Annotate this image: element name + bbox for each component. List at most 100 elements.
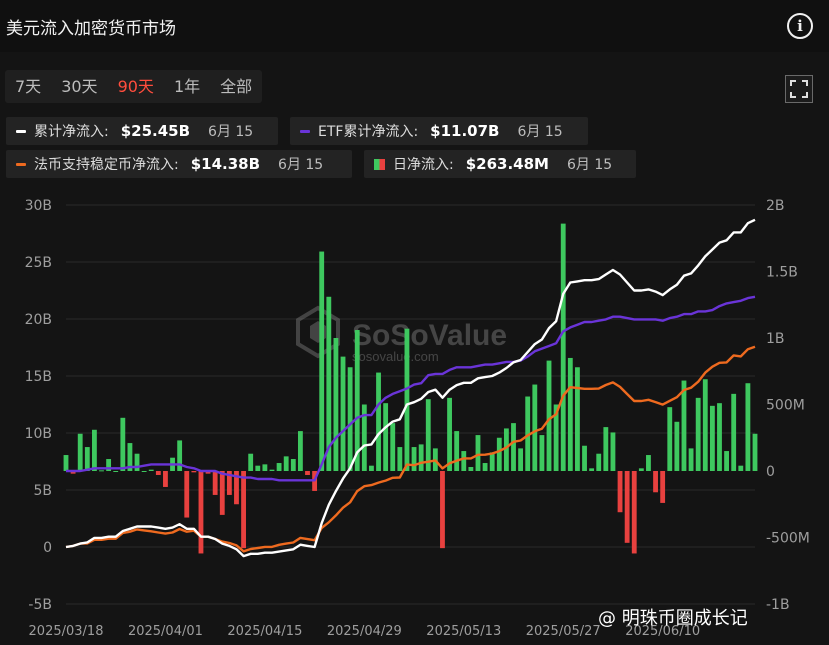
daily-flow-bar bbox=[717, 403, 722, 471]
daily-flow-bar bbox=[248, 453, 254, 471]
flow-lines bbox=[65, 218, 756, 558]
daily-flow-bar bbox=[340, 356, 346, 471]
y-right-tick-label: 2B bbox=[766, 198, 785, 214]
daily-flow-bar bbox=[390, 423, 396, 471]
watermark-logo: SoSoValue bbox=[352, 319, 507, 352]
daily-flow-bar bbox=[589, 468, 595, 471]
daily-flow-bar bbox=[702, 379, 708, 471]
daily-flow-bar bbox=[489, 452, 495, 471]
daily-flow-bar bbox=[596, 453, 602, 471]
x-tick-label: 2025/04/01 bbox=[128, 624, 203, 639]
daily-flow-bar bbox=[191, 471, 197, 473]
daily-flow-bar bbox=[532, 384, 538, 471]
daily-flow-bar bbox=[539, 435, 545, 471]
daily-flow-bar bbox=[582, 445, 587, 471]
daily-flow-bar bbox=[84, 447, 90, 471]
y-left-tick-label: 20B bbox=[25, 312, 52, 328]
daily-flow-bar bbox=[212, 471, 218, 495]
daily-flow-bars bbox=[63, 223, 758, 554]
daily-flow-bar bbox=[482, 463, 488, 471]
daily-flow-bar bbox=[518, 448, 524, 471]
y-right-tick-label: -500M bbox=[766, 531, 810, 547]
y-left-tick-label: 0 bbox=[43, 540, 52, 556]
daily-flow-bar bbox=[347, 367, 353, 471]
daily-flow-bar bbox=[546, 360, 552, 471]
y-axis-left: 30B 25B 20B 15B 10B 5B 0 -5B bbox=[25, 198, 52, 613]
daily-flow-bar bbox=[155, 471, 161, 475]
daily-flow-bar bbox=[617, 471, 623, 513]
daily-flow-bar bbox=[695, 397, 701, 471]
daily-flow-bar bbox=[667, 407, 673, 471]
daily-flow-bar bbox=[290, 459, 296, 471]
daily-flow-bar bbox=[496, 437, 502, 471]
daily-flow-bar bbox=[560, 223, 566, 471]
y-left-tick-label: -5B bbox=[28, 597, 52, 613]
daily-flow-bar bbox=[163, 471, 168, 487]
daily-flow-bar bbox=[333, 338, 339, 471]
daily-flow-bar bbox=[511, 423, 516, 471]
daily-flow-bar bbox=[241, 471, 246, 549]
daily-flow-bar bbox=[418, 444, 424, 471]
y-left-tick-label: 10B bbox=[25, 426, 52, 442]
daily-flow-bar bbox=[262, 464, 268, 471]
y-right-tick-label: 1B bbox=[766, 331, 785, 347]
daily-flow-bar bbox=[646, 455, 651, 471]
y-right-tick-label: -1B bbox=[766, 597, 790, 613]
daily-flow-bar bbox=[99, 470, 104, 472]
y-left-tick-label: 5B bbox=[33, 483, 52, 499]
daily-flow-bar bbox=[177, 440, 183, 471]
daily-flow-bar bbox=[184, 471, 190, 518]
daily-flow-bar bbox=[731, 393, 737, 471]
daily-flow-bar bbox=[305, 471, 310, 475]
daily-flow-bar bbox=[567, 357, 573, 471]
daily-flow-bar bbox=[610, 432, 616, 471]
y-right-tick-label: 500M bbox=[766, 398, 805, 414]
daily-flow-bar bbox=[461, 451, 467, 471]
daily-flow-bar bbox=[603, 427, 609, 471]
daily-flow-bar bbox=[319, 251, 325, 471]
daily-flow-bar bbox=[404, 328, 410, 471]
daily-flow-bar bbox=[688, 448, 694, 471]
daily-flow-bar bbox=[660, 471, 666, 503]
daily-flow-bar bbox=[369, 465, 374, 471]
daily-flow-bar bbox=[653, 471, 658, 493]
corner-watermark: @ 明珠币圈成长记 bbox=[598, 604, 748, 630]
flow-chart[interactable]: SoSoValue sosovalue.com 30B 25B 20B 15B 10B 5… bbox=[0, 0, 829, 645]
daily-flow-bar bbox=[503, 428, 509, 471]
daily-flow-bar bbox=[674, 421, 680, 471]
stablecoin-cumulative-line bbox=[65, 345, 756, 553]
daily-flow-bar bbox=[255, 465, 261, 471]
daily-flow-bar bbox=[631, 471, 637, 554]
x-tick-label: 2025/03/18 bbox=[29, 624, 104, 639]
daily-flow-bar bbox=[134, 453, 140, 471]
daily-flow-bar bbox=[709, 405, 715, 471]
daily-flow-bar bbox=[198, 471, 204, 554]
daily-flow-bar bbox=[724, 451, 730, 471]
daily-flow-bar bbox=[745, 383, 751, 471]
watermark-url: sosovalue.com bbox=[352, 349, 439, 364]
daily-flow-bar bbox=[376, 372, 381, 471]
x-tick-label: 2025/04/29 bbox=[327, 624, 402, 639]
y-axis-right: 2B 1.5B 1B 500M 0 -500M -1B bbox=[766, 198, 810, 613]
daily-flow-bar bbox=[91, 429, 97, 471]
daily-flow-bar bbox=[383, 403, 389, 471]
x-tick-label: 2025/05/27 bbox=[526, 624, 601, 639]
y-left-tick-label: 25B bbox=[25, 255, 52, 271]
daily-flow-bar bbox=[752, 433, 758, 471]
corner-watermark-text: @ 明珠币圈成长记 bbox=[598, 608, 748, 629]
daily-flow-bar bbox=[575, 367, 580, 471]
daily-flow-bar bbox=[283, 456, 289, 471]
daily-flow-bar bbox=[411, 447, 417, 471]
daily-flow-bar bbox=[624, 471, 630, 543]
y-left-tick-label: 15B bbox=[25, 369, 52, 385]
daily-flow-bar bbox=[141, 471, 147, 472]
daily-flow-bar bbox=[269, 469, 275, 471]
y-left-tick-label: 30B bbox=[25, 198, 52, 214]
daily-flow-bar bbox=[219, 471, 225, 515]
daily-flow-bar bbox=[113, 471, 119, 472]
daily-flow-bar bbox=[681, 380, 687, 471]
x-tick-label: 2025/05/13 bbox=[426, 624, 501, 639]
daily-flow-bar bbox=[63, 455, 69, 471]
daily-flow-bar bbox=[475, 435, 481, 471]
daily-flow-bar bbox=[297, 431, 303, 471]
